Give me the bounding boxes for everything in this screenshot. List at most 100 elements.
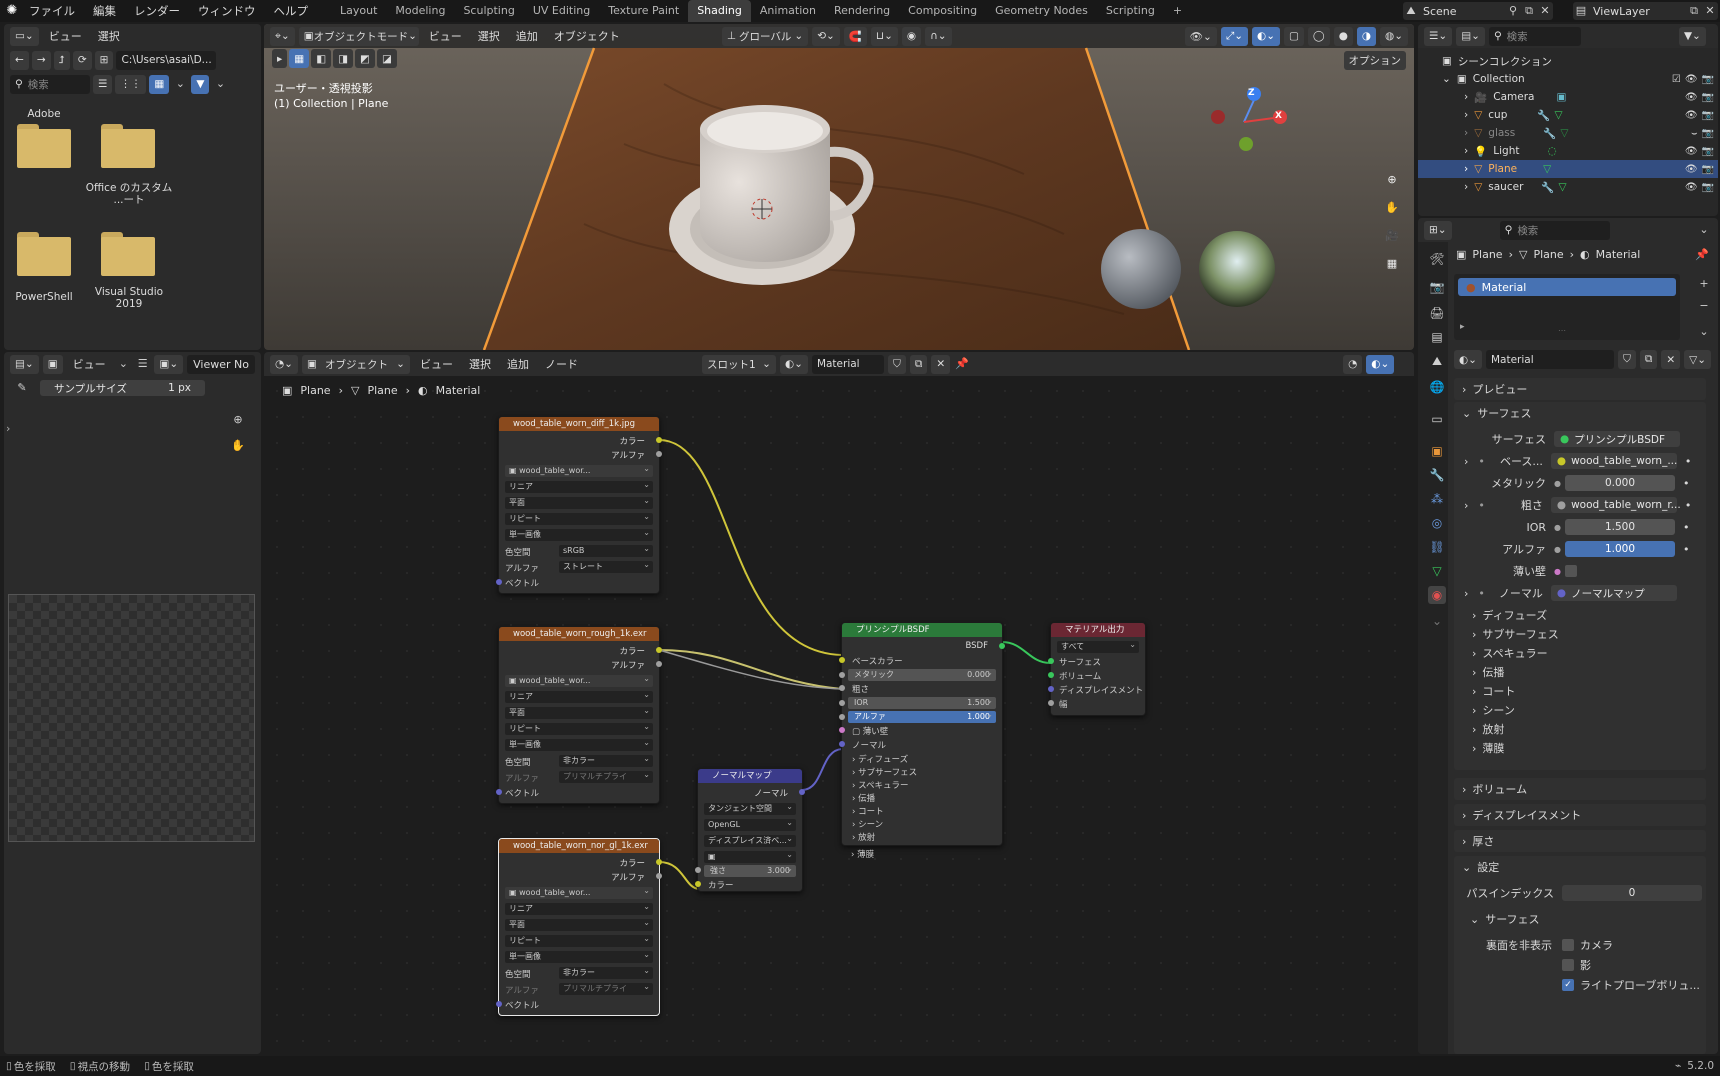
forward-button[interactable]: → — [31, 50, 51, 70]
camera-icon[interactable]: 📷 — [1702, 92, 1714, 103]
socket-surface[interactable] — [1048, 658, 1054, 664]
socket-color[interactable] — [695, 881, 701, 887]
extension-select[interactable]: リピート — [505, 933, 653, 947]
source-select[interactable]: 単一画像 — [505, 737, 653, 751]
collection-tab-icon[interactable]: ▭ — [1428, 410, 1446, 428]
socket-bsdf[interactable] — [999, 643, 1005, 649]
panel-sheen[interactable]: › シーン — [852, 818, 883, 830]
physics-tab-icon[interactable]: ◎ — [1428, 514, 1446, 532]
menu-lines-icon[interactable]: ☰ — [135, 356, 150, 372]
scene-selector[interactable]: ⛰ Scene ⚲ ⧉ ✕ — [1403, 2, 1553, 20]
folder-icon[interactable] — [101, 124, 155, 168]
tab-scripting[interactable]: Scripting — [1097, 0, 1164, 22]
node-title[interactable]: wood_table_worn_rough_1k.exr — [499, 627, 659, 641]
select-invert-icon[interactable]: ◩ — [355, 49, 375, 68]
ior-field[interactable]: IOR 1.500 — [848, 695, 996, 709]
output-tab-icon[interactable]: 🖨 — [1428, 304, 1446, 322]
projection-select[interactable]: 平面 — [505, 705, 653, 719]
editor-type-button[interactable]: ☰⌄ — [1424, 26, 1453, 46]
add-slot-icon[interactable]: + — [1696, 276, 1712, 292]
search-input[interactable]: ⚲ 検索 — [10, 74, 90, 94]
metallic-field[interactable]: メタリック 0.000 — [848, 667, 996, 681]
search-input[interactable]: ⚲ 検索 — [1488, 26, 1581, 46]
normal-map-node[interactable]: ノーマルマップ ノーマル タンジェント空間 OpenGL ディスプレイス済ベ..… — [695, 768, 805, 892]
remove-slot-icon[interactable]: − — [1696, 298, 1712, 314]
chevron-right-icon[interactable]: › — [1464, 127, 1468, 139]
alpha-field[interactable]: アルファ 1.000 — [848, 709, 996, 723]
chevron-right-icon[interactable]: › — [1464, 499, 1468, 512]
data-tab-icon[interactable]: ▽ — [1428, 562, 1446, 580]
close-icon[interactable]: ✕ — [1702, 3, 1718, 19]
parent-dir-button[interactable]: ⮥ — [53, 50, 70, 70]
duplicate-icon[interactable]: ⧉ — [1639, 350, 1658, 369]
chevron-right-icon[interactable]: › — [1464, 181, 1468, 193]
chevron-right-icon[interactable]: › — [1464, 455, 1468, 468]
pin-icon[interactable]: 📌 — [1694, 247, 1710, 263]
image-texture-node[interactable]: wood_table_worn_nor_gl_1k.exr カラー アルファ ▣… — [496, 838, 662, 1016]
constraints-tab-icon[interactable]: ⛓ — [1428, 538, 1446, 556]
tab-animation[interactable]: Animation — [751, 0, 825, 22]
chevron-down-icon[interactable]: ⌄ — [1696, 324, 1712, 340]
socket-vector[interactable] — [496, 789, 502, 795]
select-subtract-icon[interactable]: ◨ — [333, 49, 354, 68]
pass-index-field[interactable]: 0 — [1562, 885, 1702, 901]
select-new-icon[interactable]: ▦ — [289, 49, 310, 68]
pin-icon[interactable]: ⚲ — [1505, 3, 1521, 19]
menu-edit[interactable]: 編集 — [84, 0, 125, 22]
panel-emission[interactable]: › 放射 — [852, 831, 875, 843]
view-layer-selector[interactable]: ▤ ViewLayer ⧉ ✕ — [1573, 2, 1718, 20]
tab-sculpting[interactable]: Sculpting — [454, 0, 523, 22]
thin-walled-checkbox[interactable] — [1564, 565, 1577, 577]
list-vertical-icon[interactable]: ☰ — [93, 74, 113, 94]
camera-icon[interactable]: 📷 — [1702, 182, 1714, 193]
eye-hidden-icon[interactable]: ⌣ — [1691, 128, 1698, 139]
material-name-field[interactable]: Material — [1485, 350, 1614, 369]
displaced-select[interactable]: ディスプレイス済ベ... — [704, 833, 796, 847]
link-mode-icon[interactable]: ▽⌄ — [1684, 350, 1712, 369]
menu-render[interactable]: レンダー — [125, 0, 189, 22]
socket-volume[interactable] — [1048, 672, 1054, 678]
projection-select[interactable]: 平面 — [505, 917, 653, 931]
socket-metallic[interactable] — [839, 672, 845, 678]
menu-view[interactable]: ビュー — [43, 28, 88, 44]
projection-select[interactable]: 平面 — [505, 495, 653, 509]
interpolation-select[interactable]: リニア — [505, 901, 653, 915]
extension-select[interactable]: リピート — [505, 721, 653, 735]
refresh-button[interactable]: ⟳ — [72, 50, 92, 70]
animate-dot-icon[interactable]: • — [1685, 455, 1692, 468]
material-browse-icon[interactable]: ◐⌄ — [1454, 350, 1482, 369]
image-selector[interactable]: ▣ wood_table_wor... — [505, 463, 653, 477]
socket-normal[interactable] — [839, 741, 845, 747]
chevron-down-icon[interactable]: ⌄ — [1428, 612, 1446, 630]
socket-alpha[interactable] — [656, 661, 662, 667]
shadow-checkbox[interactable] — [1562, 959, 1574, 971]
alpha-mode-select[interactable]: プリマルチプライ — [559, 769, 653, 783]
socket-thickness[interactable] — [1048, 700, 1054, 706]
roughness-field[interactable]: ● wood_table_worn_r... — [1550, 497, 1681, 513]
hand-icon[interactable]: ✋ — [1384, 200, 1400, 216]
image-browse-button[interactable]: ▣⌄ — [154, 354, 184, 374]
outliner-item-cup[interactable]: › ▽ cup 🔧 ▽ 👁 📷 — [1418, 106, 1718, 124]
editor-type-button[interactable]: ▤⌄ — [10, 354, 39, 374]
zoom-icon[interactable]: ⊕ — [1384, 172, 1400, 188]
principled-bsdf-node[interactable]: プリンシプルBSDF BSDF ベースカラー メタリック 0.000 粗さ IOR… — [839, 622, 1005, 846]
menu-window[interactable]: ウィンドウ — [189, 0, 265, 22]
socket-vector[interactable] — [496, 579, 502, 585]
socket-thin-walled[interactable] — [839, 727, 845, 733]
new-layer-icon[interactable]: ⧉ — [1686, 3, 1702, 19]
alpha-mode-select[interactable]: ストレート — [559, 559, 653, 573]
socket-normal[interactable] — [799, 789, 805, 795]
select-tool-icon[interactable]: ▸ — [272, 49, 288, 68]
gizmo-z-label[interactable]: Z — [1248, 88, 1255, 98]
display-mode-button[interactable]: ▤⌄ — [1456, 26, 1485, 46]
select-extend-icon[interactable]: ◧ — [311, 49, 332, 68]
blender-logo-icon[interactable]: ✺ — [4, 3, 20, 19]
tab-layout[interactable]: Layout — [331, 0, 386, 22]
image-selector[interactable]: ▣ wood_table_wor... — [505, 885, 653, 899]
alpha-field[interactable]: 1.000 — [1564, 541, 1675, 557]
camera-checkbox[interactable] — [1562, 939, 1574, 951]
colorspace-select[interactable]: 非カラー — [559, 753, 653, 767]
camera-icon[interactable]: 📷 — [1702, 74, 1714, 85]
unlink-icon[interactable]: ✕ — [1661, 350, 1681, 369]
filter-icon[interactable]: ▼⌄ — [1678, 26, 1706, 46]
